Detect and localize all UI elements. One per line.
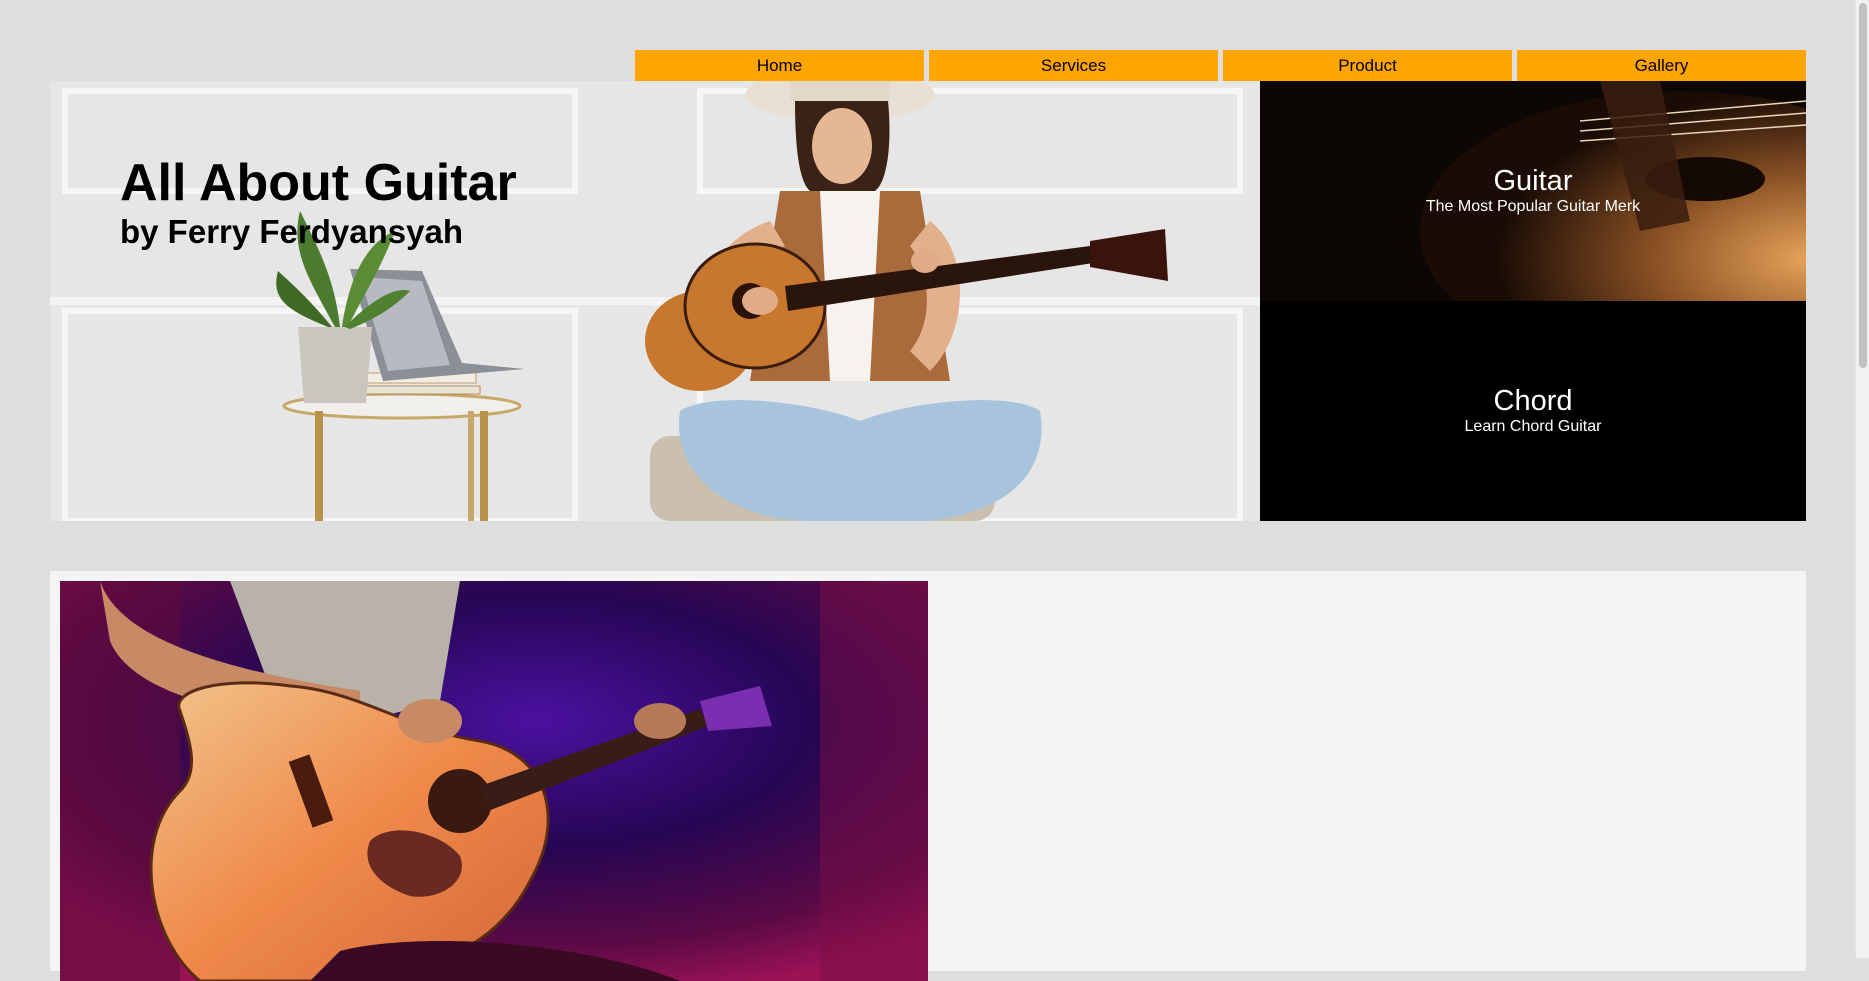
nav-gallery[interactable]: Gallery [1517,50,1806,81]
page-scrollbar[interactable] [1855,0,1869,958]
chord-card-subtitle: Learn Chord Guitar [1464,418,1602,435]
main-nav: Home Services Product Gallery [635,50,1806,81]
nav-product[interactable]: Product [1223,50,1512,81]
guitar-card-title: Guitar [1493,165,1573,197]
nav-services[interactable]: Services [929,50,1218,81]
guitar-card-subtitle: The Most Popular Guitar Merk [1425,198,1641,215]
hero-title: All About Guitar [120,154,517,212]
hero-subtitle: by Ferry Ferdyansyah [120,213,463,250]
chord-card-title: Chord [1493,385,1573,417]
hero-banner: All About Guitar by Ferry Ferdyansyah [50,81,1260,521]
nav-home[interactable]: Home [635,50,924,81]
hero-image [50,81,1260,521]
scrollbar-thumb[interactable] [1859,3,1867,368]
content-panel [50,571,1806,981]
guitarist-photo [60,581,928,981]
guitar-card[interactable]: Guitar The Most Popular Guitar Merk [1260,81,1806,301]
guitar-card-text: Guitar The Most Popular Guitar Merk [1260,165,1806,217]
chord-card-text: Chord Learn Chord Guitar [1260,385,1806,437]
guitarist-illustration [60,581,928,981]
chord-card[interactable]: Chord Learn Chord Guitar [1260,301,1806,521]
